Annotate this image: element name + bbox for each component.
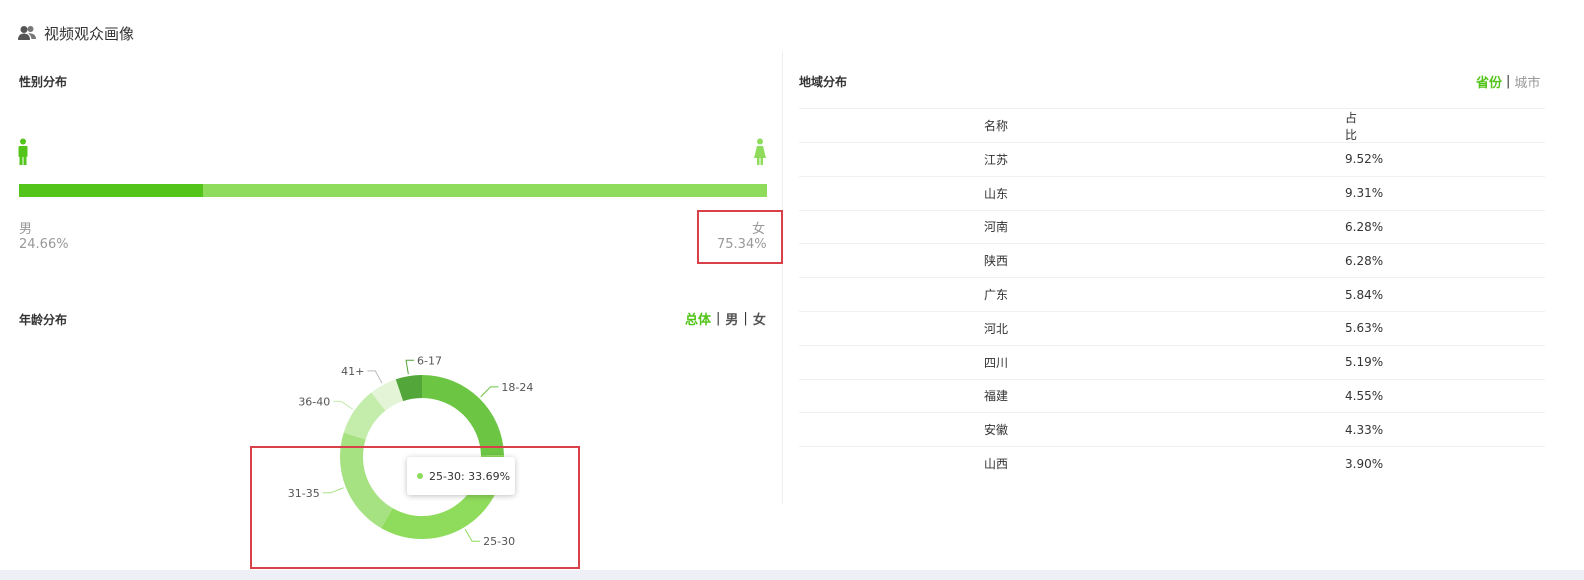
tab-province[interactable]: 省份 (1476, 72, 1502, 91)
donut-leader-36-40 (333, 400, 354, 410)
table-row: 安徽 4.33% (799, 412, 1545, 446)
table-row: 广东 5.84% (799, 277, 1545, 311)
tab-city[interactable]: 城市 (1514, 72, 1540, 91)
column-header-share: 占比 (1345, 110, 1358, 142)
table-row: 山西 3.90% (799, 446, 1545, 480)
gender-section-title: 性别分布 (19, 75, 68, 89)
users-icon (18, 26, 36, 40)
table-row: 江苏 9.52% (799, 142, 1545, 176)
column-divider (782, 52, 783, 504)
region-share: 6.28% (1345, 219, 1384, 234)
donut-label-41+: 41+ (341, 365, 364, 378)
donut-leader-41+ (367, 370, 383, 384)
age-highlight-box (250, 446, 580, 569)
region-share: 4.33% (1345, 422, 1384, 437)
region-share: 6.28% (1345, 253, 1384, 268)
page-bottom-strip (0, 570, 1584, 580)
region-share: 5.84% (1345, 287, 1384, 302)
tab-separator: | (1506, 74, 1511, 89)
table-row: 河南 6.28% (799, 209, 1545, 244)
donut-label-36-40: 36-40 (298, 395, 330, 408)
region-share: 9.31% (1345, 186, 1384, 201)
female-highlight-box (697, 210, 783, 264)
male-icon (18, 138, 28, 165)
donut-label-18-24: 18-24 (501, 381, 533, 394)
table-row: 陕西 6.28% (799, 243, 1545, 277)
region-share: 3.90% (1345, 456, 1384, 471)
male-ratio-fill (19, 184, 204, 197)
table-header-row: 名称 占比 (799, 108, 1545, 142)
tab-separator: | (716, 311, 721, 326)
tab-age-female[interactable]: 女 (753, 309, 766, 328)
age-filter-tabs: 总体 | 男 | 女 (685, 309, 766, 328)
donut-leader-6-17 (405, 359, 415, 375)
table-row: 四川 5.19% (799, 344, 1545, 379)
donut-label-6-17: 6-17 (417, 354, 442, 367)
panel-header: 视频观众画像 (18, 22, 134, 44)
donut-leader-18-24 (480, 386, 499, 398)
tab-separator: | (743, 311, 748, 326)
table-row: 福建 4.55% (799, 378, 1545, 413)
region-section-title: 地域分布 (799, 75, 848, 89)
table-row: 河北 5.63% (799, 310, 1545, 345)
gender-ratio-bar (19, 184, 767, 197)
age-section-title: 年龄分布 (19, 313, 68, 327)
tab-age-total[interactable]: 总体 (685, 309, 711, 328)
region-share: 5.63% (1345, 321, 1384, 336)
tab-age-male[interactable]: 男 (725, 309, 738, 328)
male-label: 男 (19, 222, 33, 237)
region-filter-tabs: 省份 | 城市 (1476, 72, 1540, 91)
region-share: 5.19% (1345, 355, 1384, 370)
female-icon (754, 138, 766, 165)
region-share: 4.55% (1345, 388, 1384, 403)
region-table: 名称 占比 江苏 9.52% 山东 9.31% 河南 6.28% 陕西 6.28% 广东 5.84… (799, 108, 1545, 480)
table-row: 山东 9.31% (799, 175, 1545, 210)
panel-title: 视频观众画像 (44, 24, 135, 43)
region-share: 9.52% (1345, 152, 1384, 167)
male-percentage: 24.66% (19, 237, 69, 252)
